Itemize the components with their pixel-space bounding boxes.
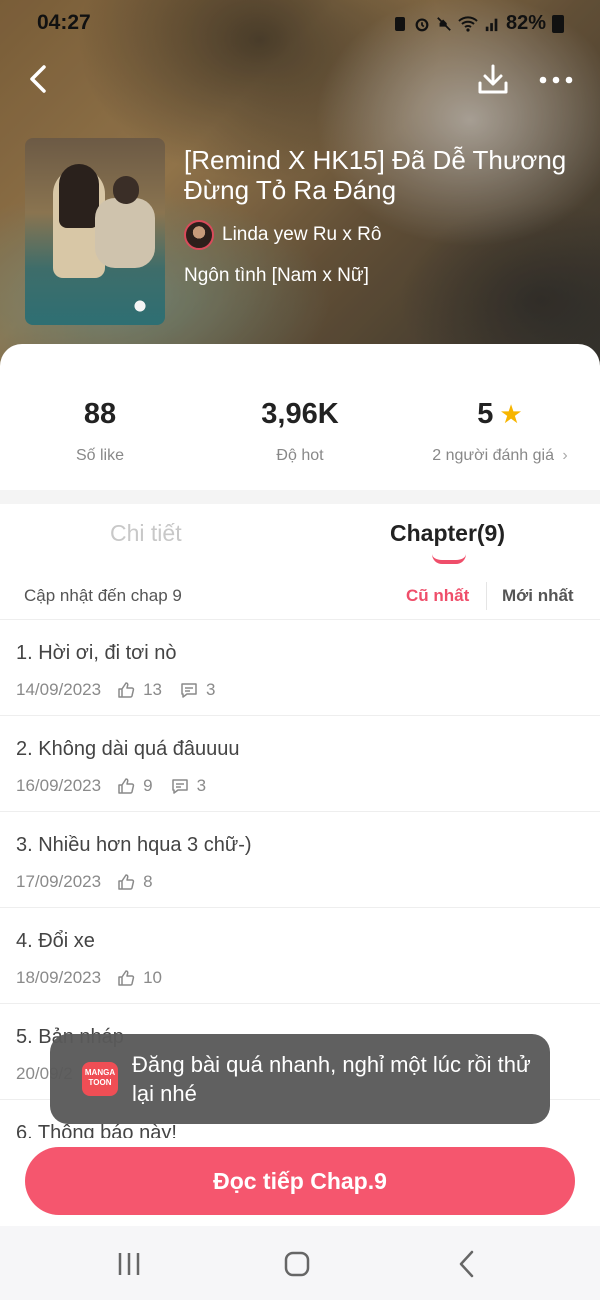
- battery-percent: 82%: [505, 12, 546, 34]
- status-icons: 82%: [392, 12, 564, 35]
- comment-icon: [181, 683, 197, 698]
- author-name: Linda yew Ru x Rô: [222, 224, 382, 245]
- back-button[interactable]: [18, 59, 58, 99]
- hot-value: 3,96K: [261, 398, 339, 430]
- chapter-meta: 17/09/2023 8: [16, 872, 171, 892]
- update-status: Cập nhật đến chap 9: [24, 586, 182, 605]
- star-icon: ★: [499, 399, 523, 429]
- back-icon: [30, 65, 46, 93]
- chapter-date: 14/09/2023: [16, 680, 102, 699]
- likes-value: 88: [83, 398, 117, 430]
- like-icon: [118, 778, 135, 794]
- chapter-meta: 16/09/2023 9 3: [16, 776, 224, 796]
- nav-back-icon: [459, 1250, 474, 1278]
- chapter-comments: 3: [206, 680, 216, 699]
- bottom-action-bar: Đọc tiếp Chap.9: [0, 1138, 600, 1226]
- stats-card: 88 Số like 3,96K Độ hot 5 ★ 2 người đánh…: [0, 344, 600, 490]
- chapter-date: 18/09/2023: [16, 968, 102, 987]
- chapter-item[interactable]: 1. Hời ơi, đi tơi nò 14/09/2023 13 3: [0, 620, 600, 716]
- sort-oldest-button[interactable]: Cũ nhất: [406, 586, 469, 606]
- chapter-title: 2. Không dài quá đâuuuu: [16, 738, 240, 760]
- chapter-meta: 18/09/2023 10: [16, 968, 180, 988]
- system-nav-bar: [0, 1226, 600, 1300]
- home-icon: [284, 1251, 310, 1277]
- nav-back-button[interactable]: [442, 1244, 492, 1284]
- alarm-icon: [415, 17, 429, 31]
- chapter-date: 17/09/2023: [16, 872, 102, 891]
- author-link[interactable]: Linda yew Ru x Rô: [184, 220, 381, 250]
- chapter-likes: 8: [143, 872, 153, 891]
- chapter-likes: 13: [143, 680, 163, 699]
- cover-image: [25, 138, 165, 325]
- divider: [486, 582, 487, 610]
- like-icon: [118, 970, 135, 986]
- stat-rating[interactable]: 5 ★ 2 người đánh giá ›: [400, 398, 600, 465]
- rating-label-row: 2 người đánh giá ›: [400, 447, 600, 465]
- mangatoon-logo: MANGA TOON: [82, 1062, 118, 1096]
- toast-text: Đăng bài quá nhanh, nghỉ một lúc rồi thử…: [132, 1052, 531, 1106]
- download-icon: [478, 64, 508, 94]
- chapter-date: 16/09/2023: [16, 776, 102, 795]
- sort-newest-button[interactable]: Mới nhất: [502, 586, 574, 606]
- rating-label: 2 người đánh giá: [432, 447, 554, 464]
- tab-chapters[interactable]: Chapter(9): [390, 520, 505, 547]
- sort-bar: Cập nhật đến chap 9 Cũ nhất Mới nhất: [0, 572, 600, 620]
- genre-tag[interactable]: Ngôn tình [Nam x Nữ]: [184, 265, 369, 287]
- download-button[interactable]: [472, 59, 514, 101]
- more-button[interactable]: [532, 59, 580, 101]
- chapter-item[interactable]: 2. Không dài quá đâuuuu 16/09/2023 9 3: [0, 716, 600, 812]
- mute-icon: [437, 16, 451, 31]
- comment-icon: [171, 779, 188, 794]
- battery-icon: [552, 14, 564, 33]
- chapter-comments: 3: [196, 776, 207, 795]
- like-icon: [118, 682, 135, 698]
- hot-label: Độ hot: [276, 447, 324, 464]
- signal-icon: [485, 18, 498, 31]
- book-title: [Remind X HK15] Đã Dễ Thương Đừng Tỏ Ra …: [184, 145, 567, 205]
- chapter-title: 3. Nhiều hơn hqua 3 chữ-): [16, 834, 252, 856]
- sim-icon: [394, 16, 405, 31]
- stat-hot: 3,96K Độ hot: [200, 398, 400, 465]
- chapter-item[interactable]: 3. Nhiều hơn hqua 3 chữ-) 17/09/2023 8: [0, 812, 600, 908]
- continue-reading-button[interactable]: Đọc tiếp Chap.9: [25, 1147, 575, 1215]
- like-icon: [118, 874, 135, 890]
- recents-button[interactable]: [104, 1244, 154, 1284]
- chapter-likes: 10: [143, 968, 163, 987]
- status-bar: 04:27 82%: [0, 0, 600, 50]
- likes-label: Số like: [75, 447, 125, 464]
- home-button[interactable]: [272, 1244, 322, 1284]
- status-time: 04:27: [37, 11, 91, 34]
- rating-value-row: 5 ★: [400, 398, 600, 431]
- wifi-icon: [458, 15, 478, 32]
- tab-details[interactable]: Chi tiết: [110, 520, 182, 547]
- chapter-item[interactable]: 4. Đổi xe 18/09/2023 10: [0, 908, 600, 1004]
- more-icon: [539, 76, 573, 84]
- author-avatar: [184, 220, 214, 250]
- toast-message: MANGA TOON Đăng bài quá nhanh, nghỉ một …: [50, 1034, 550, 1124]
- tab-indicator: [432, 554, 466, 564]
- chapter-meta: 14/09/2023 13 3: [16, 680, 233, 700]
- rating-value: 5: [477, 398, 494, 430]
- stat-likes: 88 Số like: [0, 398, 200, 465]
- top-actions: [0, 55, 600, 105]
- tab-bar: Chi tiết Chapter(9): [0, 504, 600, 570]
- chapter-title: 4. Đổi xe: [16, 930, 95, 952]
- section-divider: [0, 490, 600, 504]
- recents-icon: [118, 1253, 140, 1275]
- chapter-likes: 9: [143, 776, 153, 795]
- chapter-title: 1. Hời ơi, đi tơi nò: [16, 642, 177, 664]
- chevron-right-icon: ›: [562, 447, 568, 464]
